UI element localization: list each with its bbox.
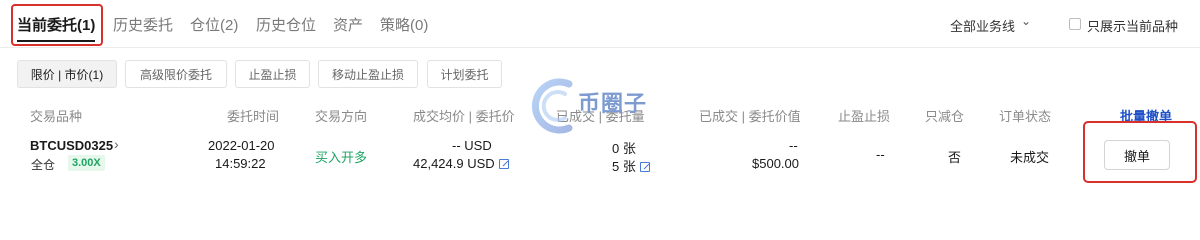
subtab-limit-market[interactable]: 限价 | 市价(1) bbox=[17, 60, 117, 88]
order-status: 未成交 bbox=[1010, 150, 1050, 165]
tp-sl-value: -- bbox=[876, 147, 885, 162]
reduce-only-value: 否 bbox=[948, 150, 962, 165]
edit-qty-icon[interactable] bbox=[639, 162, 650, 172]
subtab-tp-sl[interactable]: 止盈止损 bbox=[235, 60, 310, 88]
col-price-header: 成交均价 | 委托价 bbox=[413, 109, 515, 124]
margin-mode-label: 全仓 bbox=[31, 158, 56, 172]
order-price-line: 42,424.9 USD bbox=[413, 156, 509, 171]
subtab-trailing-tp-sl[interactable]: 移动止盈止损 bbox=[318, 60, 418, 88]
order-date: 2022-01-20 bbox=[208, 138, 275, 153]
watermark-text: 币圈子 bbox=[578, 91, 648, 116]
subtab-advanced-limit[interactable]: 高级限价委托 bbox=[125, 60, 227, 88]
col-status-header: 订单状态 bbox=[999, 109, 1052, 124]
tab-position-history[interactable]: 历史仓位 bbox=[256, 14, 316, 35]
order-qty: 5 张 bbox=[612, 159, 636, 174]
tab-positions[interactable]: 仓位(2) bbox=[190, 14, 238, 35]
col-value-header: 已成交 | 委托价值 bbox=[699, 109, 801, 124]
tab-strategies[interactable]: 策略(0) bbox=[380, 14, 428, 35]
chevron-right-icon[interactable]: › bbox=[114, 136, 119, 152]
filled-qty: 0 张 bbox=[612, 141, 636, 156]
order-symbol[interactable]: BTCUSD0325 bbox=[30, 138, 113, 153]
col-side-header: 交易方向 bbox=[315, 109, 368, 124]
avg-fill-price: -- USD bbox=[452, 138, 492, 153]
col-symbol-header: 交易品种 bbox=[30, 109, 83, 124]
leverage-badge: 3.00X bbox=[68, 155, 105, 171]
tab-order-history[interactable]: 历史委托 bbox=[113, 14, 173, 35]
current-symbol-checkbox[interactable] bbox=[1069, 18, 1081, 30]
col-order-time-header: 委托时间 bbox=[227, 109, 280, 124]
order-price: 42,424.9 USD bbox=[413, 156, 495, 171]
subtab-trigger-orders[interactable]: 计划委托 bbox=[427, 60, 502, 88]
tab-assets[interactable]: 资产 bbox=[333, 14, 363, 35]
edit-price-icon[interactable] bbox=[498, 159, 509, 169]
filled-value: -- bbox=[789, 138, 798, 153]
business-line-select[interactable]: 全部业务线 bbox=[950, 16, 1015, 35]
order-time: 14:59:22 bbox=[215, 156, 266, 171]
highlight-box-tab bbox=[11, 4, 103, 46]
col-tpsl-header: 止盈止损 bbox=[838, 109, 891, 124]
order-qty-line: 5 张 bbox=[612, 156, 650, 175]
order-tabs-bar: 当前委托(1) 历史委托 仓位(2) 历史仓位 资产 策略(0) 全部业务线 ⌄… bbox=[0, 0, 1200, 48]
order-side: 买入开多 bbox=[315, 150, 368, 165]
current-symbol-checkbox-label[interactable]: 只展示当前品种 bbox=[1087, 16, 1178, 35]
col-reduce-only-header: 只减仓 bbox=[925, 109, 965, 124]
highlight-box-cancel bbox=[1083, 121, 1197, 183]
chevron-down-icon[interactable]: ⌄ bbox=[1021, 14, 1031, 28]
order-value: $500.00 bbox=[752, 156, 799, 171]
